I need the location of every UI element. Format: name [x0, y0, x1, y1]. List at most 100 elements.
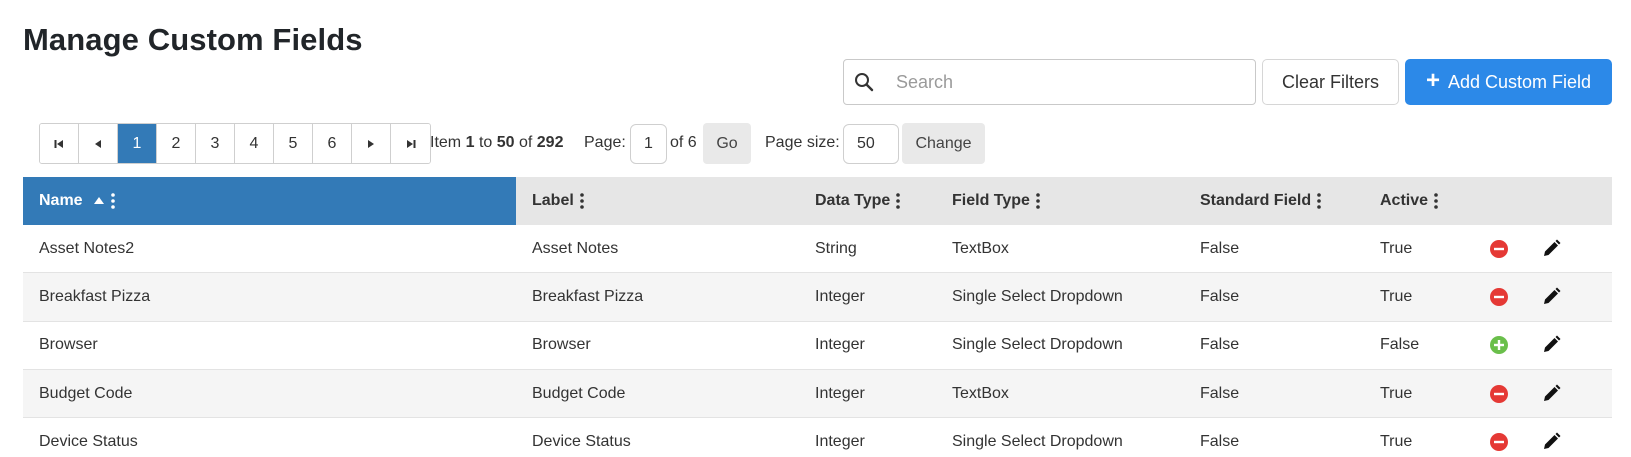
column-menu-icon[interactable] [1036, 193, 1040, 209]
column-menu-icon[interactable] [896, 193, 901, 209]
deactivate-icon[interactable] [1471, 370, 1526, 417]
previous-page-button[interactable] [79, 124, 118, 163]
deactivate-icon[interactable] [1471, 273, 1526, 320]
name-cell: Asset Notes2 [39, 239, 135, 257]
add-custom-field-button[interactable]: + Add Custom Field [1405, 59, 1612, 105]
standard-field-cell: False [1200, 336, 1240, 354]
column-header-data-type[interactable]: Data Type [799, 177, 936, 225]
page-button-3[interactable]: 3 [196, 124, 235, 163]
deactivate-icon[interactable] [1471, 225, 1526, 272]
item-to-word: to [478, 134, 493, 151]
table-row[interactable]: Browser Browser Integer Single Select Dropd… [23, 322, 1612, 370]
data-type-cell: Integer [815, 287, 865, 305]
active-cell: True [1380, 287, 1413, 305]
first-page-button[interactable] [40, 124, 79, 163]
table-row[interactable]: Budget Code Budget Code Integer TextBox Fals… [23, 369, 1612, 419]
column-menu-icon[interactable] [110, 193, 115, 209]
custom-fields-table: Name Label Data Type Field Type Standard… [23, 177, 1612, 457]
search-input[interactable] [884, 62, 1255, 102]
edit-pencil-icon[interactable] [1526, 418, 1576, 457]
name-cell: Breakfast Pizza [39, 287, 151, 305]
page-size-label: Page size: [765, 134, 840, 151]
column-header-field-type-text: Field Type [952, 192, 1030, 209]
label-cell: Asset Notes [532, 239, 619, 257]
column-menu-icon[interactable] [579, 193, 584, 209]
page-button-6[interactable]: 6 [313, 124, 352, 163]
column-header-data-type-text: Data Type [815, 192, 891, 209]
column-header-blank [1526, 177, 1576, 225]
last-page-icon [406, 139, 415, 148]
plus-icon: + [1425, 67, 1440, 94]
change-page-size-button[interactable]: Change [902, 123, 985, 164]
data-type-cell: Integer [815, 384, 865, 402]
next-page-icon [368, 139, 374, 148]
column-header-label-text: Label [532, 192, 574, 209]
search-icon [844, 60, 884, 104]
page-button-2[interactable]: 2 [157, 124, 196, 163]
field-type-cell: Single Select Dropdown [952, 287, 1123, 305]
edit-pencil-icon[interactable] [1526, 273, 1576, 320]
sort-ascending-icon [93, 196, 105, 206]
clear-filters-button[interactable]: Clear Filters [1262, 59, 1399, 105]
label-cell: Browser [532, 336, 591, 354]
edit-pencil-icon[interactable] [1526, 370, 1576, 417]
item-of-word: of [518, 134, 533, 151]
table-body: Asset Notes2 Asset Notes String TextBox Fals… [23, 225, 1612, 457]
page-title: Manage Custom Fields [23, 22, 363, 57]
data-type-cell: String [815, 239, 857, 257]
item-total: 292 [536, 134, 564, 151]
data-type-cell: Integer [815, 336, 865, 354]
page-button-1[interactable]: 1 [118, 124, 157, 163]
field-type-cell: Single Select Dropdown [952, 336, 1123, 354]
standard-field-cell: False [1200, 287, 1240, 305]
table-header: Name Label Data Type Field Type Standard… [23, 177, 1612, 225]
label-cell: Budget Code [532, 384, 626, 402]
item-from: 1 [465, 134, 475, 151]
column-header-standard-field-text: Standard Field [1200, 192, 1312, 209]
page-size-input[interactable] [843, 124, 899, 164]
page-label: Page: [584, 134, 626, 151]
page-button-5[interactable]: 5 [274, 124, 313, 163]
add-custom-field-label: Add Custom Field [1447, 71, 1592, 92]
column-header-active[interactable]: Active [1364, 177, 1471, 225]
field-type-cell: Single Select Dropdown [952, 432, 1123, 450]
last-page-button[interactable] [391, 124, 430, 163]
column-menu-icon[interactable] [1434, 193, 1438, 209]
search-box[interactable] [843, 59, 1256, 105]
field-type-cell: TextBox [952, 239, 1009, 257]
previous-page-icon [95, 139, 101, 148]
column-header-standard-field[interactable]: Standard Field [1184, 177, 1364, 225]
edit-pencil-icon[interactable] [1526, 322, 1576, 369]
item-prefix: Item [430, 134, 462, 151]
first-page-icon [54, 139, 63, 148]
go-button[interactable]: Go [703, 123, 751, 164]
standard-field-cell: False [1200, 384, 1240, 402]
item-range-text: Item 1 to 50 of 292 [430, 134, 563, 152]
name-cell: Budget Code [39, 384, 133, 402]
active-cell: True [1380, 384, 1413, 402]
deactivate-icon[interactable] [1471, 418, 1526, 457]
pagination: 1 2 3 4 5 6 [39, 123, 431, 164]
active-cell: True [1380, 239, 1413, 257]
page-count-text: of 6 [670, 134, 697, 151]
name-cell: Device Status [39, 432, 138, 450]
column-header-label[interactable]: Label [516, 177, 799, 225]
name-cell: Browser [39, 336, 98, 354]
table-row[interactable]: Breakfast Pizza Breakfast Pizza Integer Sin… [23, 273, 1612, 322]
table-row[interactable]: Device Status Device Status Integer Single … [23, 418, 1612, 457]
table-row[interactable]: Asset Notes2 Asset Notes String TextBox Fals… [23, 225, 1612, 274]
data-type-cell: Integer [815, 432, 865, 450]
standard-field-cell: False [1200, 239, 1240, 257]
page-button-4[interactable]: 4 [235, 124, 274, 163]
edit-pencil-icon[interactable] [1526, 225, 1576, 272]
column-header-name-label: Name [39, 192, 83, 209]
column-menu-icon[interactable] [1317, 193, 1321, 209]
column-header-name[interactable]: Name [23, 177, 516, 225]
page-number-input[interactable] [630, 124, 667, 164]
activate-icon[interactable] [1471, 322, 1526, 369]
label-cell: Breakfast Pizza [532, 287, 644, 305]
column-header-field-type[interactable]: Field Type [936, 177, 1184, 225]
column-header-blank [1471, 177, 1526, 225]
active-cell: True [1380, 432, 1413, 450]
next-page-button[interactable] [352, 124, 391, 163]
